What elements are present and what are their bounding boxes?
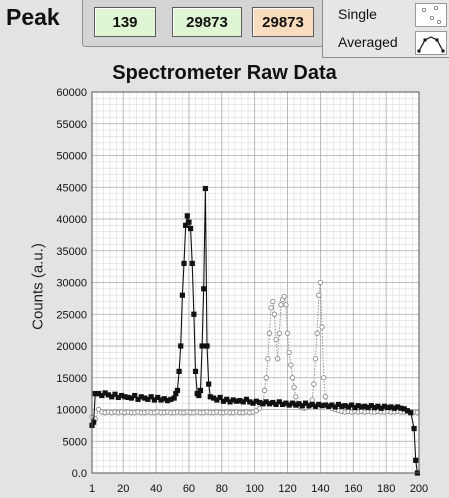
x-tick-label: 100 bbox=[245, 483, 263, 495]
data-point-averaged bbox=[187, 225, 194, 232]
data-point-averaged bbox=[206, 381, 212, 387]
data-point-averaged bbox=[181, 260, 187, 267]
data-point-averaged bbox=[186, 219, 192, 225]
data-point-averaged bbox=[201, 286, 207, 292]
y-tick-label: 20000 bbox=[56, 341, 87, 353]
data-point-averaged bbox=[184, 213, 190, 219]
spectrum-plot[interactable]: 0.0 5000 10000 15000 20000 25000 30000 35000 400… bbox=[0, 0, 449, 498]
y-tick-label: 25000 bbox=[56, 309, 87, 321]
data-point-single bbox=[261, 387, 268, 394]
x-tick-label: 200 bbox=[410, 483, 428, 495]
x-tick-label: 1 bbox=[89, 483, 95, 495]
x-tick-label: 20 bbox=[117, 483, 129, 495]
data-point-single bbox=[311, 381, 317, 387]
data-point-single bbox=[309, 397, 315, 403]
data-point-single bbox=[281, 293, 287, 300]
y-tick-label: 10000 bbox=[56, 405, 87, 417]
data-point-averaged bbox=[189, 260, 195, 267]
data-point-averaged bbox=[413, 457, 419, 463]
data-point-averaged bbox=[199, 343, 205, 349]
data-point-single bbox=[271, 311, 278, 317]
x-tick-label: 180 bbox=[377, 483, 395, 495]
data-point-single bbox=[275, 356, 281, 362]
data-point-single bbox=[319, 324, 325, 330]
data-point-single bbox=[278, 302, 284, 308]
y-tick-label: 30000 bbox=[56, 278, 87, 290]
x-tick-label: 120 bbox=[278, 483, 296, 495]
data-point-single bbox=[291, 384, 297, 390]
data-point-averaged bbox=[171, 395, 177, 401]
y-tick-label: 5000 bbox=[63, 436, 87, 448]
data-point-single bbox=[256, 405, 263, 411]
data-point-averaged bbox=[197, 387, 204, 394]
data-point-averaged bbox=[176, 368, 182, 374]
y-tick-label: 15000 bbox=[56, 373, 87, 385]
data-point-averaged bbox=[196, 392, 202, 399]
x-tick-label: 140 bbox=[311, 483, 329, 495]
data-point-single bbox=[312, 356, 319, 362]
data-point-averaged bbox=[411, 425, 417, 432]
data-point-averaged bbox=[202, 185, 208, 192]
data-point-single bbox=[286, 349, 292, 355]
data-point-single bbox=[316, 292, 322, 298]
x-tick-label: 40 bbox=[150, 483, 162, 495]
data-point-single bbox=[314, 330, 320, 336]
data-point-single bbox=[265, 356, 271, 362]
y-tick-label: 45000 bbox=[56, 182, 87, 194]
y-tick-label: 50000 bbox=[56, 151, 87, 163]
y-axis-ticks: 0.0 5000 10000 15000 20000 25000 30000 35000 400… bbox=[56, 87, 87, 480]
y-tick-label: 35000 bbox=[56, 246, 87, 258]
y-tick-label: 60000 bbox=[56, 87, 87, 99]
data-point-single bbox=[270, 298, 276, 305]
data-point-averaged bbox=[408, 410, 414, 416]
data-point-averaged bbox=[179, 292, 185, 298]
data-point-single bbox=[283, 302, 289, 308]
data-point-single bbox=[268, 305, 274, 311]
data-point-averaged bbox=[192, 368, 199, 374]
data-point-single bbox=[266, 330, 273, 336]
data-point-single bbox=[273, 336, 279, 343]
x-axis-ticks: 1 20 40 60 80 100 120 140 160 180 200 bbox=[89, 483, 428, 495]
y-tick-label: 55000 bbox=[56, 119, 87, 131]
x-tick-label: 80 bbox=[216, 483, 228, 495]
data-point-averaged bbox=[191, 311, 197, 317]
data-point-single bbox=[263, 375, 269, 381]
data-point-single bbox=[321, 375, 327, 381]
y-tick-label: 40000 bbox=[56, 214, 87, 226]
x-tick-label: 60 bbox=[183, 483, 195, 495]
data-point-single bbox=[284, 330, 291, 336]
data-point-averaged bbox=[178, 343, 184, 349]
data-point-single bbox=[289, 375, 296, 381]
data-point-single bbox=[293, 394, 299, 400]
data-point-averaged bbox=[174, 387, 181, 394]
data-point-single bbox=[322, 394, 328, 400]
data-point-averaged bbox=[204, 343, 210, 349]
x-tick-label: 160 bbox=[344, 483, 362, 495]
data-point-single bbox=[288, 362, 294, 368]
data-point-single bbox=[276, 330, 282, 336]
y-tick-label: 0.0 bbox=[72, 468, 87, 480]
data-point-single bbox=[317, 279, 324, 286]
